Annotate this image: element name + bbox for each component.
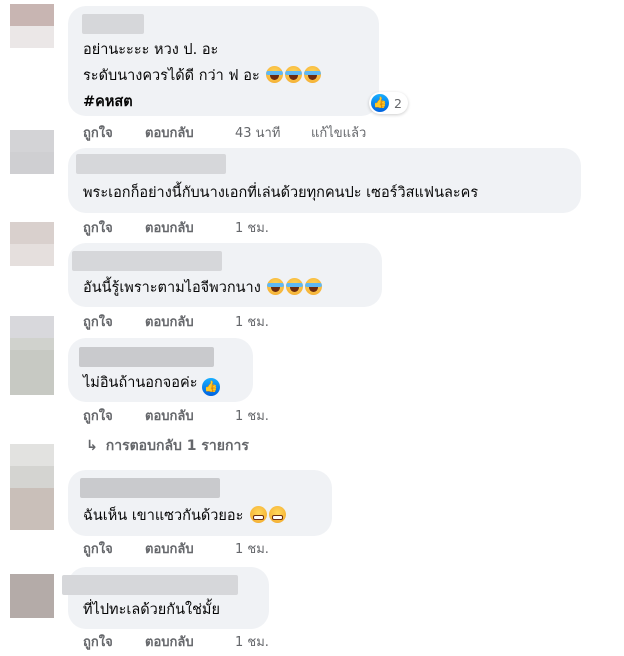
commenter-name-blurred[interactable] xyxy=(82,14,144,34)
like-icon: 👍 xyxy=(202,378,221,396)
avatar[interactable] xyxy=(10,444,54,488)
comment-line: ที่ไปทะเลด้วยกันใช่มั้ย xyxy=(83,602,220,618)
commenter-name-blurred[interactable] xyxy=(62,575,238,595)
hashtag-link[interactable]: #คหสต xyxy=(83,89,321,115)
commenter-name-blurred[interactable] xyxy=(79,347,214,367)
like-icon: 👍 xyxy=(371,94,389,112)
commenter-name-blurred[interactable] xyxy=(76,154,226,174)
comment-text: พระเอกก็อย่างนี้กับนางเอกที่เล่นด้วยทุกค… xyxy=(83,180,478,206)
like-button[interactable]: ถูกใจ xyxy=(83,634,113,652)
reply-button[interactable]: ตอบกลับ xyxy=(145,541,194,559)
laughing-tears-emoji xyxy=(304,66,322,83)
comment-line: ฉันเห็น เขาแซวกันด้วยอะ xyxy=(83,508,244,524)
avatar[interactable] xyxy=(10,222,54,266)
reaction-count: 2 xyxy=(394,95,402,111)
comment-line: อันนี้รู้เพราะตามไอจีพวกนาง xyxy=(83,280,261,296)
timestamp-link[interactable]: 1 ชม. xyxy=(235,314,269,332)
rolling-laughing-emoji xyxy=(267,278,285,295)
timestamp-link[interactable]: 1 ชม. xyxy=(235,408,269,426)
comment-bubble: ไม่อินถ้านอกจอค่ะ 👍 xyxy=(68,338,253,402)
avatar-fragment xyxy=(10,488,54,530)
avatar[interactable] xyxy=(10,4,54,48)
comment-text: ไม่อินถ้านอกจอค่ะ 👍 xyxy=(83,370,221,396)
comment-bubble: พระเอกก็อย่างนี้กับนางเอกที่เล่นด้วยทุกค… xyxy=(68,148,581,213)
grimacing-emoji xyxy=(250,506,268,523)
like-button[interactable]: ถูกใจ xyxy=(83,408,113,426)
reply-button[interactable]: ตอบกลับ xyxy=(145,408,194,426)
commenter-name-blurred[interactable] xyxy=(72,251,222,271)
comment-text: ที่ไปทะเลด้วยกันใช่มั้ย xyxy=(83,597,220,623)
reply-button[interactable]: ตอบกลับ xyxy=(145,314,194,332)
replies-label: การตอบกลับ 1 รายการ xyxy=(105,438,249,454)
laughing-tears-emoji xyxy=(285,66,303,83)
comment-bubble: อย่านะะะะ หวง ป. อะ ระดับนางควรได้ดี กว่… xyxy=(68,6,379,116)
rolling-laughing-emoji xyxy=(305,278,323,295)
timestamp-link[interactable]: 1 ชม. xyxy=(235,220,269,238)
reply-button[interactable]: ตอบกลับ xyxy=(145,634,194,652)
commenter-name-blurred[interactable] xyxy=(80,478,220,498)
rolling-laughing-emoji xyxy=(286,278,304,295)
comment-line: ไม่อินถ้านอกจอค่ะ xyxy=(83,375,198,391)
view-replies-link[interactable]: ↳ การตอบกลับ 1 รายการ xyxy=(86,436,249,456)
timestamp-link[interactable]: 1 ชม. xyxy=(235,541,269,559)
grimacing-emoji xyxy=(269,506,287,523)
comment-text: อันนี้รู้เพราะตามไอจีพวกนาง xyxy=(83,275,323,301)
comment-text: ฉันเห็น เขาแซวกันด้วยอะ xyxy=(83,503,287,529)
avatar[interactable] xyxy=(10,130,54,174)
comment-bubble: ฉันเห็น เขาแซวกันด้วยอะ xyxy=(68,470,332,536)
laughing-tears-emoji xyxy=(266,66,284,83)
timestamp-link[interactable]: 43 นาที xyxy=(235,125,280,143)
comment-bubble: อันนี้รู้เพราะตามไอจีพวกนาง xyxy=(68,243,382,307)
edited-label[interactable]: แก้ไขแล้ว xyxy=(311,125,366,143)
reply-button[interactable]: ตอบกลับ xyxy=(145,220,194,238)
comment-line: อย่านะะะะ หวง ป. อะ xyxy=(83,42,219,58)
like-button[interactable]: ถูกใจ xyxy=(83,125,113,143)
reply-button[interactable]: ตอบกลับ xyxy=(145,125,194,143)
like-button[interactable]: ถูกใจ xyxy=(83,314,113,332)
avatar[interactable] xyxy=(10,574,54,618)
like-button[interactable]: ถูกใจ xyxy=(83,220,113,238)
timestamp-link[interactable]: 1 ชม. xyxy=(235,634,269,652)
reaction-summary[interactable]: 👍 2 xyxy=(369,92,408,114)
comment-bubble: ที่ไปทะเลด้วยกันใช่มั้ย xyxy=(62,567,269,629)
comment-line: พระเอกก็อย่างนี้กับนางเอกที่เล่นด้วยทุกค… xyxy=(83,185,479,201)
like-button[interactable]: ถูกใจ xyxy=(83,541,113,559)
avatar-fragment xyxy=(10,350,54,395)
comment-text: อย่านะะะะ หวง ป. อะ ระดับนางควรได้ดี กว่… xyxy=(83,37,322,115)
comment-line: ระดับนางควรได้ดี กว่า ฟ อะ xyxy=(83,68,260,84)
reply-arrow-icon: ↳ xyxy=(86,438,98,454)
